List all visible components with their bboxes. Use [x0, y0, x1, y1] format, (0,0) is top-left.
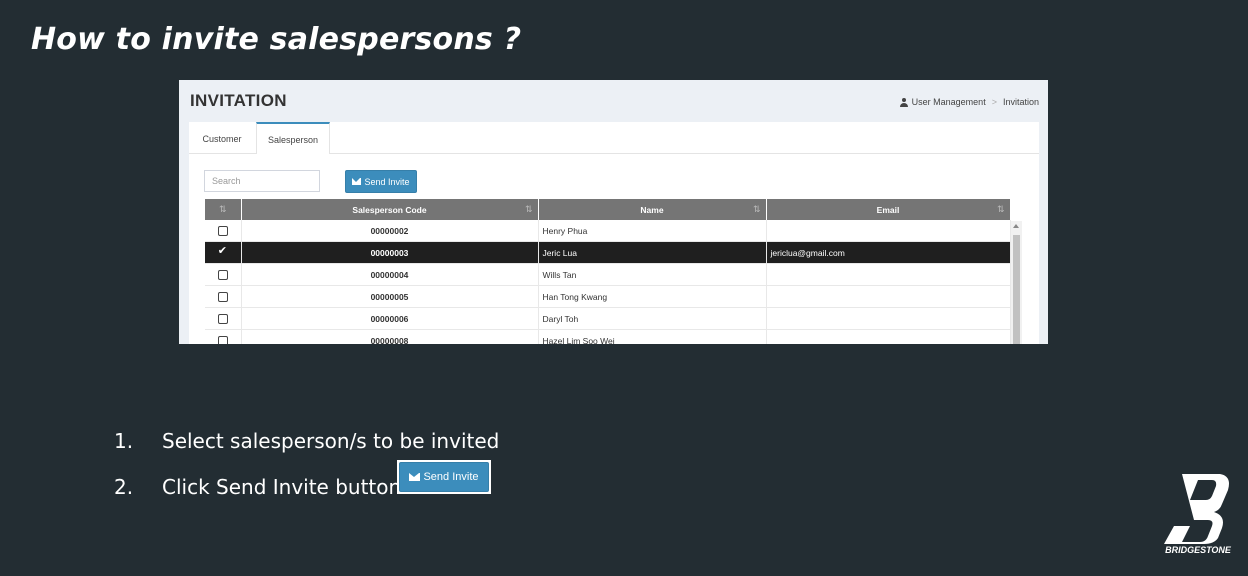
list-item: 1. Select salesperson/s to be invited [114, 418, 499, 464]
row-checkbox[interactable] [217, 225, 228, 236]
salesperson-name: Hazel Lim Soo Wei [538, 329, 767, 344]
search-input[interactable] [204, 170, 320, 192]
breadcrumb-separator: > [991, 97, 997, 107]
salesperson-code: 00000008 [241, 329, 539, 344]
send-invite-button-illustration: Send Invite [397, 460, 491, 494]
sort-icon: ⇅ [996, 204, 1005, 214]
send-invite-label: Send Invite [364, 176, 410, 187]
salesperson-code: 00000002 [241, 220, 539, 242]
salesperson-name: Wills Tan [538, 263, 767, 286]
row-checkbox[interactable] [217, 291, 228, 302]
bridgestone-logo: BRIDGESTONE [1164, 474, 1232, 555]
tab-customer[interactable]: Customer [189, 122, 255, 153]
salesperson-email: jericlua@gmail.com [766, 241, 1011, 264]
user-icon [899, 97, 908, 107]
row-checkbox[interactable] [217, 335, 228, 344]
scrollbar-thumb[interactable] [1013, 235, 1020, 344]
salesperson-email [766, 329, 1011, 344]
table-header-row: ⇅ Salesperson Code ⇅ Name ⇅ Email ⇅ [205, 199, 1011, 220]
breadcrumb-invitation: Invitation [1002, 97, 1039, 107]
step-text: Select salesperson/s to be invited [162, 429, 500, 453]
logo-text: BRIDGESTONE [1165, 545, 1232, 555]
send-invite-button[interactable]: Send Invite [345, 170, 417, 193]
step-number: 2. [114, 475, 134, 499]
table-row[interactable]: 00000006 Daryl Toh [205, 307, 1011, 330]
salesperson-name: Jeric Lua [538, 241, 767, 264]
slide-title: How to invite salespersons ? [31, 22, 522, 57]
salesperson-table: ⇅ Salesperson Code ⇅ Name ⇅ Email ⇅ 0000000… [205, 199, 1011, 344]
row-checkbox[interactable] [218, 244, 228, 258]
salesperson-email [766, 285, 1011, 308]
salesperson-code: 00000003 [241, 241, 539, 264]
table-scrollbar[interactable] [1011, 221, 1022, 344]
content-header: INVITATION User Management > Invitation [179, 80, 1048, 122]
column-header-name[interactable]: Name ⇅ [538, 199, 767, 220]
tab-salesperson[interactable]: Salesperson [256, 122, 330, 154]
salesperson-name: Henry Phua [538, 220, 767, 242]
envelope-icon [352, 178, 362, 185]
row-checkbox[interactable] [217, 313, 228, 324]
select-all-header[interactable]: ⇅ [205, 199, 242, 220]
app-screenshot: INVITATION User Management > Invitation … [179, 80, 1048, 344]
salesperson-email [766, 307, 1011, 330]
table-row[interactable]: 00000002 Henry Phua [205, 220, 1011, 242]
table-row[interactable]: 00000003 Jeric Lua jericlua@gmail.com [205, 241, 1011, 264]
sort-icon: ⇅ [219, 204, 227, 214]
salesperson-name: Han Tong Kwang [538, 285, 767, 308]
salesperson-code: 00000005 [241, 285, 539, 308]
tab-bar: Customer Salesperson [189, 122, 1039, 154]
step-text: Click Send Invite button [162, 475, 402, 499]
breadcrumb-user-management[interactable]: User Management [912, 97, 986, 107]
salesperson-email [766, 263, 1011, 286]
scroll-up-icon[interactable] [1013, 224, 1019, 228]
sort-icon: ⇅ [752, 204, 761, 214]
salesperson-code: 00000004 [241, 263, 539, 286]
salesperson-code: 00000006 [241, 307, 539, 330]
table-row[interactable]: 00000004 Wills Tan [205, 263, 1011, 286]
salesperson-email [766, 220, 1011, 242]
invitation-card: Customer Salesperson Send Invite ⇅ Sales… [189, 122, 1039, 344]
column-header-code[interactable]: Salesperson Code ⇅ [241, 199, 539, 220]
table-row[interactable]: 00000008 Hazel Lim Soo Wei [205, 329, 1011, 344]
breadcrumb: User Management > Invitation [899, 97, 1039, 107]
table-row[interactable]: 00000005 Han Tong Kwang [205, 285, 1011, 308]
page-title: INVITATION [190, 91, 287, 110]
sort-icon: ⇅ [524, 204, 533, 214]
send-invite-button: Send Invite [399, 462, 489, 492]
envelope-icon [409, 473, 421, 481]
step-number: 1. [114, 429, 134, 453]
column-header-email[interactable]: Email ⇅ [766, 199, 1011, 220]
salesperson-name: Daryl Toh [538, 307, 767, 330]
send-invite-label: Send Invite [423, 471, 479, 483]
row-checkbox[interactable] [217, 269, 228, 280]
